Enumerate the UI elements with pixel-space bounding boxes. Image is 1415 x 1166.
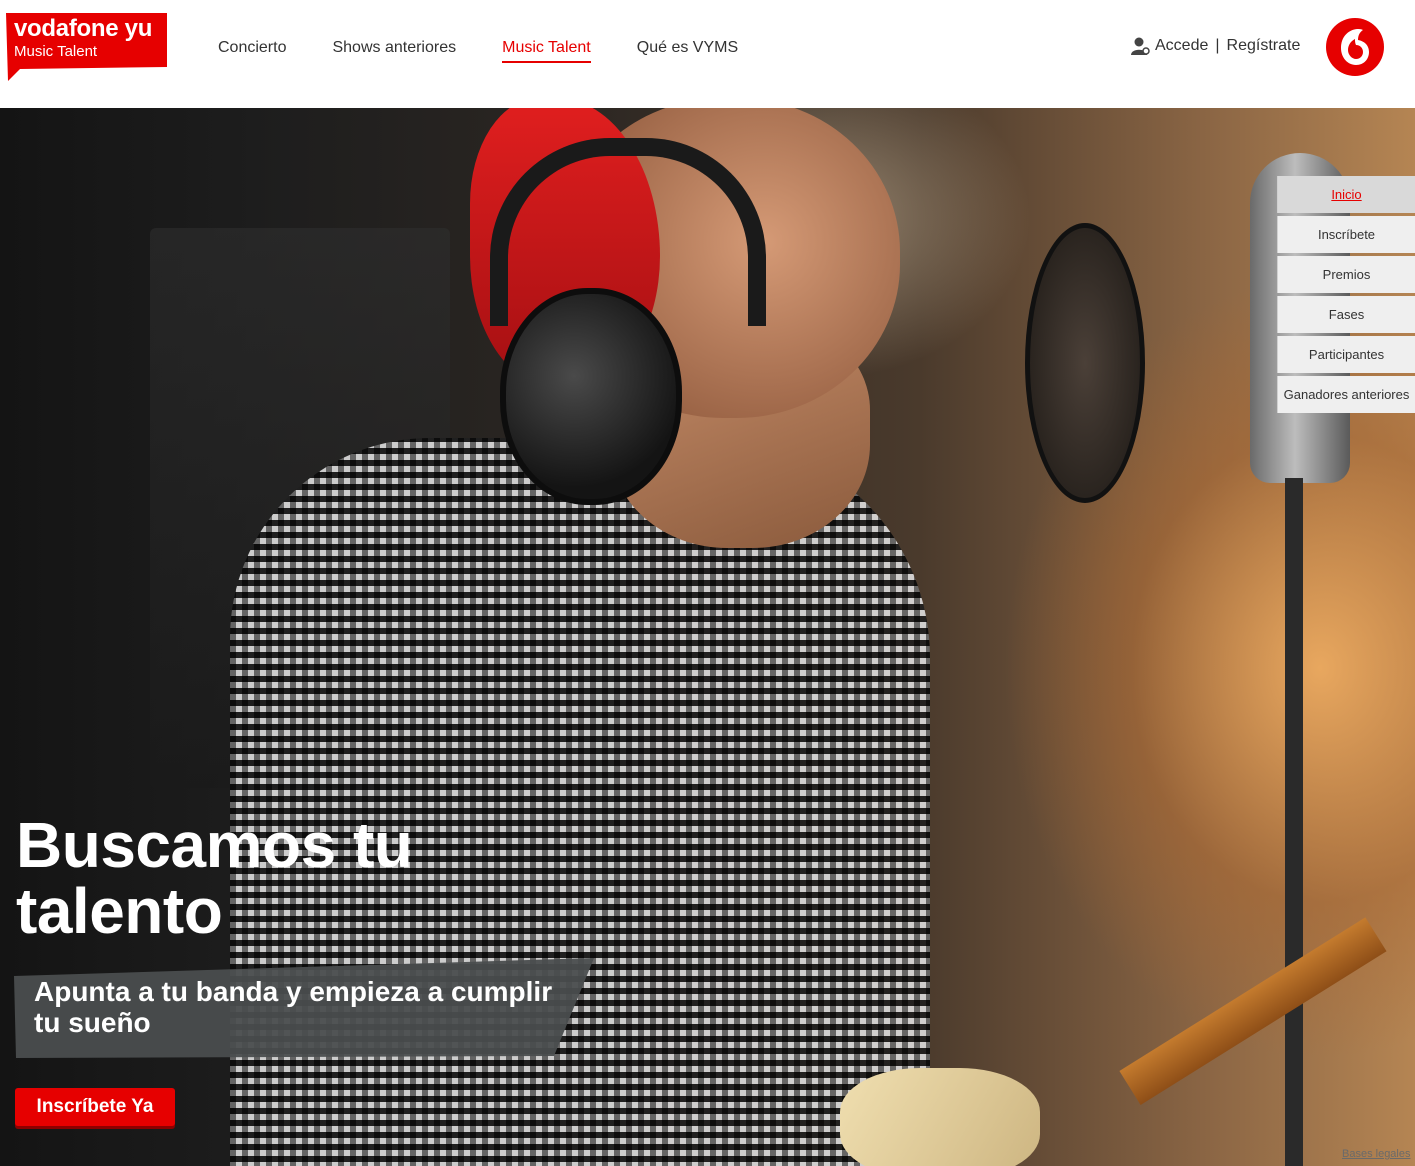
hero-title-line-2: talento bbox=[16, 875, 223, 947]
hero-pop-filter bbox=[1025, 223, 1145, 503]
side-menu-item-participantes[interactable]: Participantes bbox=[1277, 336, 1415, 373]
register-link[interactable]: Regístrate bbox=[1227, 37, 1301, 55]
hero-title-line-1: Buscamos tu bbox=[16, 809, 413, 881]
vodafone-yu-logo[interactable]: vodafone yu Music Talent bbox=[6, 13, 167, 81]
login-link[interactable]: Accede bbox=[1155, 37, 1208, 55]
side-menu-item-fases[interactable]: Fases bbox=[1277, 296, 1415, 333]
hero-subtitle-banner: Apunta a tu banda y empieza a cumplir tu… bbox=[14, 958, 594, 1073]
side-menu-item-inscribete[interactable]: Inscríbete bbox=[1277, 216, 1415, 253]
nav-item-que-es-vyms[interactable]: Qué es VYMS bbox=[637, 0, 738, 95]
nav-item-concierto[interactable]: Concierto bbox=[218, 0, 286, 95]
site-header: vodafone yu Music Talent Concierto Shows… bbox=[0, 0, 1415, 108]
legal-terms-link[interactable]: Bases legales bbox=[1342, 1148, 1411, 1160]
nav-item-music-talent[interactable]: Music Talent bbox=[502, 0, 591, 95]
hero-headphone-cup bbox=[500, 288, 682, 505]
side-menu: Inicio Inscríbete Premios Fases Particip… bbox=[1277, 176, 1415, 416]
vodafone-speechmark-icon[interactable] bbox=[1326, 18, 1384, 76]
hero-guitar-neck bbox=[1119, 917, 1387, 1105]
user-icon bbox=[1131, 37, 1150, 55]
side-menu-item-ganadores-anteriores[interactable]: Ganadores anteriores bbox=[1277, 376, 1415, 413]
main-nav: Concierto Shows anteriores Music Talent … bbox=[195, 0, 761, 95]
side-menu-item-inicio[interactable]: Inicio bbox=[1277, 176, 1415, 213]
side-menu-item-premios[interactable]: Premios bbox=[1277, 256, 1415, 293]
nav-item-shows-anteriores[interactable]: Shows anteriores bbox=[332, 0, 456, 95]
inscribete-ya-button[interactable]: Inscríbete Ya bbox=[15, 1088, 175, 1126]
hero-subtitle: Apunta a tu banda y empieza a cumplir tu… bbox=[34, 976, 553, 1038]
hero-mic-stand bbox=[1285, 478, 1303, 1166]
logo-subtitle-text: Music Talent bbox=[14, 43, 98, 60]
account-links: Accede | Regístrate bbox=[1130, 36, 1300, 56]
hero-title: Buscamos tu talento bbox=[16, 809, 413, 947]
account-separator: | bbox=[1215, 37, 1220, 54]
hero-guitar-body bbox=[840, 1068, 1040, 1166]
logo-brand-text: vodafone yu bbox=[14, 15, 153, 42]
